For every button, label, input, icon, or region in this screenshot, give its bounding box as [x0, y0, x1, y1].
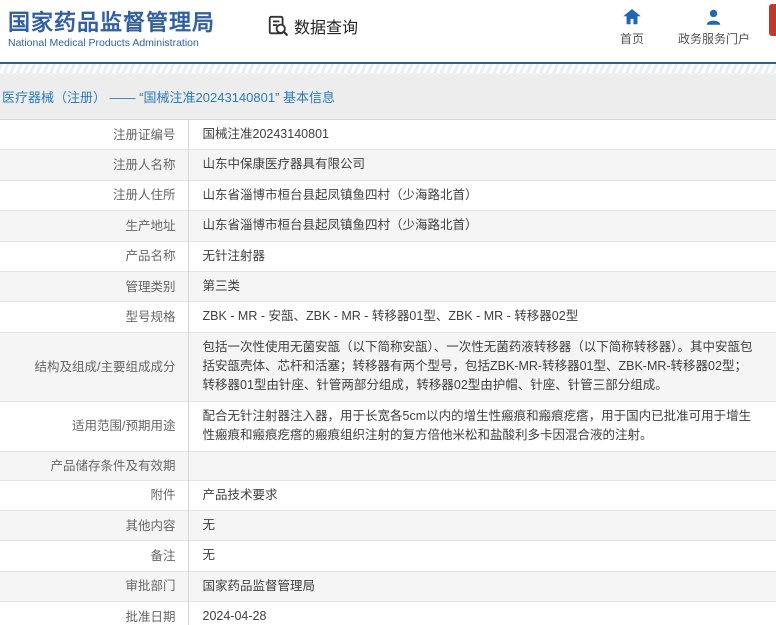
nav-home-label: 首页 [619, 32, 644, 46]
row-label: 注册证编号 [0, 119, 189, 150]
row-label: 适用范围/预期用途 [0, 401, 189, 451]
row-value: 无 [202, 518, 216, 532]
home-icon [623, 9, 641, 25]
row-label: 注册人住所 [0, 180, 189, 211]
row-value: 无 [202, 548, 216, 563]
table-row: 备注无 [0, 540, 776, 572]
table-row: 批准日期 2024-04-28 [0, 601, 776, 625]
row-value: 山东省淄博市桓台县起凤镇鱼四村（少海路北首） [202, 218, 478, 233]
row-value: 山东省淄博市桓台县起凤镇鱼四村（少海路北首） [202, 187, 478, 202]
table-row: 审批部门 国家药品监督管理局 [0, 571, 776, 602]
org-name-en: National Medical Products Administration [8, 37, 199, 50]
breadcrumb: 医疗器械（注册） —— “国械注准20243140801” 基本信息 [2, 90, 336, 105]
row-value: 第三类 [202, 278, 241, 293]
row-value: ZBK - MR - 安瓿、ZBK - MR - 转移器01型、ZBK - MR… [202, 309, 579, 324]
table-row: 产品储存条件及有效期 [0, 451, 776, 481]
row-value: 包括一次性使用无菌安瓿（以下简称安瓿）、一次性无菌药液转移器（以下简称转移器）。… [202, 339, 753, 393]
nav-portal[interactable]: 政务服务门户 [678, 9, 750, 47]
row-value: 无针注射器 [202, 248, 266, 263]
table-row: 注册人名称 山东中保康医疗器具有限公司 [0, 149, 776, 181]
row-label: 其他内容 [0, 510, 189, 541]
row-value: 国家药品监督管理局 [202, 578, 316, 593]
row-value [188, 451, 776, 480]
row-value: 2024-04-28 [202, 609, 267, 624]
table-row: 生产地址 山东省淄博市桓台县起凤镇鱼四村（少海路北首） [0, 210, 776, 241]
row-value: 国械注准20243140801 [202, 127, 329, 141]
site-header: 国家药品监督管理局 National Medical Products Admi… [0, 0, 776, 62]
data-query-tab[interactable]: 数据查询 [267, 14, 358, 38]
row-label: 生产地址 [0, 210, 189, 241]
row-value: 山东中保康医疗器具有限公司 [202, 157, 366, 172]
row-value: 配合无针注射器注入器，用于长宽各5cm以内的增生性瘢痕和瘢痕疙瘩，用于国内已批准… [202, 408, 752, 443]
table-row: 适用范围/预期用途 配合无针注射器注入器，用于长宽各5cm以内的增生性瘢痕和瘢痕疙… [0, 401, 776, 451]
row-label: 批准日期 [0, 601, 189, 625]
table-row: 其他内容无 [0, 510, 776, 541]
data-query-label: 数据查询 [294, 20, 359, 37]
row-label: 管理类别 [0, 271, 189, 302]
row-label: 审批部门 [0, 571, 189, 602]
registration-info-table: 注册证编号 国械注准20243140801 注册人名称 山东中保康医疗器具有限公司 注册… [0, 119, 776, 625]
row-label: 产品名称 [0, 241, 189, 272]
row-label: 注册人名称 [0, 149, 189, 181]
table-row: 产品名称 无针注射器 [0, 241, 776, 272]
user-icon [707, 9, 721, 25]
table-row: 注册人住所 山东省淄博市桓台县起凤镇鱼四村（少海路北首） [0, 180, 776, 211]
hatch-texture-band [0, 64, 776, 74]
table-row: 管理类别 第三类 [0, 271, 776, 302]
row-label: 型号规格 [0, 301, 189, 333]
table-row: 附件 产品技术要求 [0, 480, 776, 511]
org-name-zh: 国家药品监督管理局 [8, 10, 216, 35]
table-row: 结构及组成/主要组成成分 包括一次性使用无菌安瓿（以下简称安瓿）、一次性无菌药液转… [0, 332, 776, 402]
row-label: 结构及组成/主要组成成分 [0, 332, 189, 402]
nmpa-logo[interactable]: 国家药品监督管理局 National Medical Products Admi… [0, 0, 215, 49]
row-label: 备注 [0, 540, 189, 572]
table-row: 型号规格 ZBK - MR - 安瓿、ZBK - MR - 转移器01型、ZBK … [0, 301, 776, 333]
nav-portal-label: 政务服务门户 [677, 32, 750, 46]
table-row: 注册证编号 国械注准20243140801 [0, 119, 776, 150]
row-label: 附件 [0, 480, 189, 511]
header-nav: 首页 政务服务门户 [620, 0, 776, 47]
row-value: 产品技术要求 [202, 487, 278, 502]
row-label: 产品储存条件及有效期 [0, 451, 189, 481]
edge-red-banner [769, 4, 776, 36]
document-search-icon [268, 15, 288, 36]
nav-home[interactable]: 首页 [620, 9, 644, 47]
